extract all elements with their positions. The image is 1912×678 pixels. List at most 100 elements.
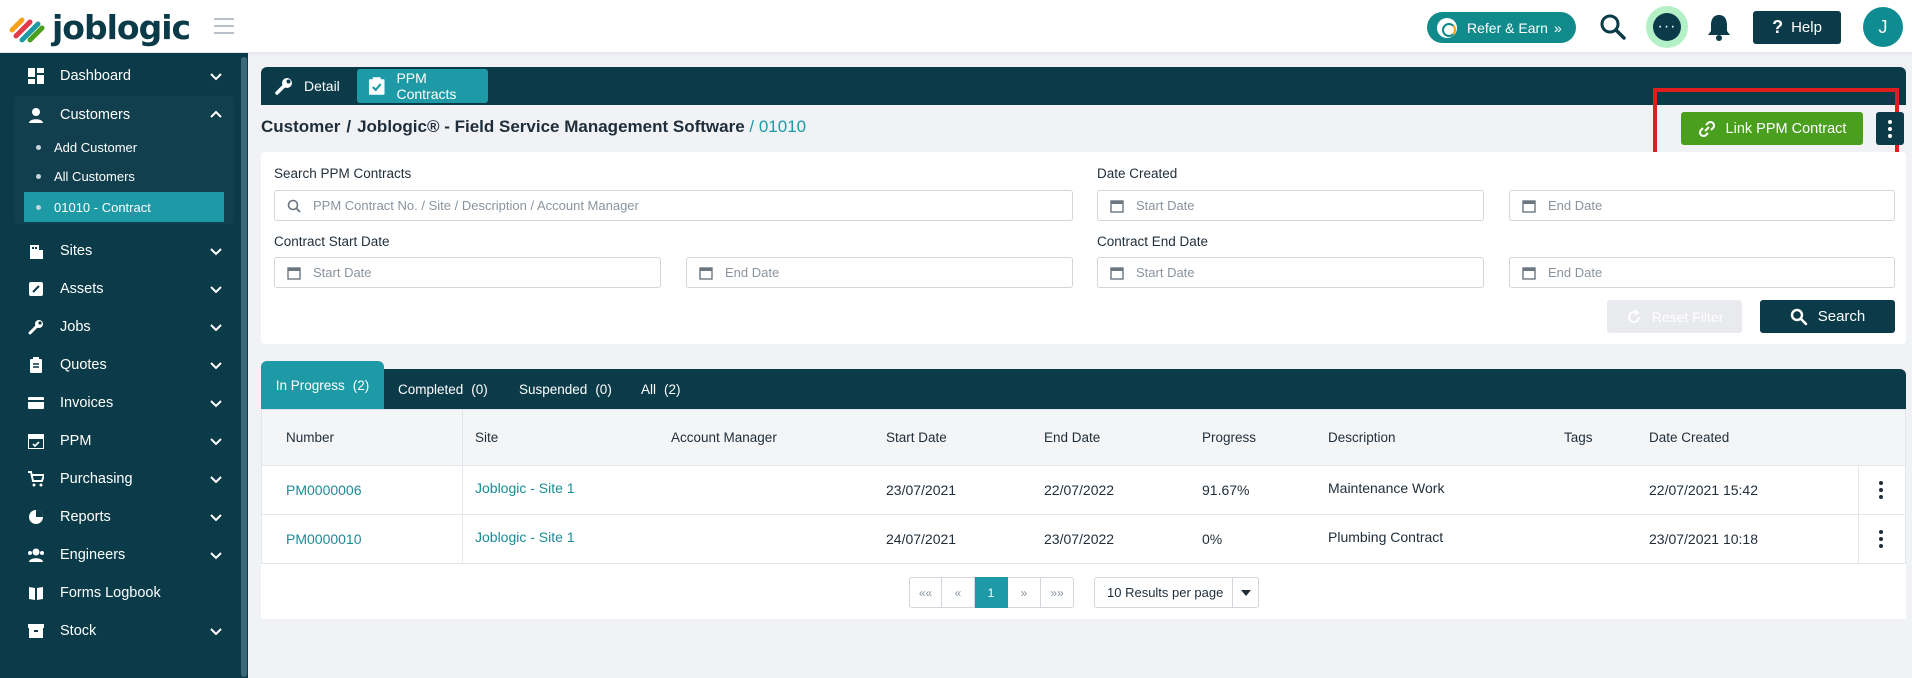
column-header-date-created[interactable]: Date Created (1649, 430, 1729, 445)
tab-all-label: All (641, 381, 657, 397)
contract-end-from-input[interactable]: Start Date (1097, 257, 1484, 288)
sidebar-item-stock[interactable]: Stock (14, 612, 234, 650)
sidebar-item-purchasing[interactable]: Purchasing (14, 460, 234, 498)
breadcrumb-customer-name[interactable]: Joblogic® - Field Service Management Sof… (357, 117, 745, 136)
chat-button[interactable]: ··· (1646, 6, 1688, 48)
tab-all[interactable]: All (2) (641, 369, 681, 409)
sidebar-subitem-all-customers[interactable]: All Customers (24, 161, 224, 191)
tab-in-progress-label: In Progress (275, 377, 345, 393)
link-ppm-contract-button[interactable]: Link PPM Contract (1681, 112, 1863, 145)
site-link[interactable]: Joblogic - Site 1 (475, 480, 575, 496)
end-date-placeholder: End Date (725, 265, 780, 280)
prev-page-button[interactable]: « (942, 577, 975, 608)
top-bar: joblogic Refer & Earn » ··· ? Help J (0, 0, 1912, 53)
sidebar-item-label: Sites (60, 243, 93, 259)
results-per-page-select[interactable]: 10 Results per page (1094, 577, 1259, 608)
sidebar-item-forms-logbook[interactable]: Forms Logbook (14, 574, 234, 612)
sidebar-subitem-add-customer[interactable]: Add Customer (24, 132, 224, 162)
reset-filter-button[interactable]: Reset Filter (1607, 300, 1742, 333)
contract-start-to-input[interactable]: End Date (686, 257, 1073, 288)
tab-suspended[interactable]: Suspended (0) (519, 369, 612, 409)
end-date-placeholder: End Date (1548, 265, 1603, 280)
refer-earn-button[interactable]: Refer & Earn » (1427, 12, 1576, 43)
wrench-icon (275, 78, 292, 95)
refer-icon (1437, 17, 1457, 38)
user-icon (26, 105, 46, 125)
calendar-icon (1110, 199, 1124, 213)
help-button[interactable]: ? Help (1753, 11, 1841, 44)
box-icon (26, 621, 46, 641)
tab-all-count: (2) (664, 381, 681, 397)
sidebar-item-reports[interactable]: Reports (14, 498, 234, 536)
reset-filter-label: Reset Filter (1651, 308, 1724, 325)
tab-completed[interactable]: Completed (0) (398, 369, 488, 409)
first-page-button[interactable]: «« (909, 577, 942, 608)
tab-completed-count: (0) (471, 381, 488, 397)
menu-toggle-icon[interactable] (214, 18, 234, 34)
sidebar-subitem-label: Add Customer (54, 139, 138, 155)
sidebar-item-jobs[interactable]: Jobs (14, 308, 234, 346)
column-header-site[interactable]: Site (475, 430, 498, 445)
book-icon (26, 583, 46, 603)
pie-chart-icon (26, 507, 46, 527)
sidebar-item-assets[interactable]: Assets (14, 270, 234, 308)
sidebar-item-engineers[interactable]: Engineers (14, 536, 234, 574)
tab-ppm-label: PPM Contracts (396, 70, 457, 102)
chevron-down-icon (210, 438, 222, 446)
start-date-placeholder: Start Date (1136, 198, 1195, 213)
contract-start-from-input[interactable]: Start Date (274, 257, 661, 288)
column-header-number[interactable]: Number (286, 430, 334, 445)
contract-end-to-input[interactable]: End Date (1509, 257, 1895, 288)
search-icon (1790, 308, 1808, 325)
site-link[interactable]: Joblogic - Site 1 (475, 529, 575, 545)
sidebar-item-dashboard[interactable]: Dashboard (14, 57, 234, 95)
next-page-button[interactable]: » (1008, 577, 1041, 608)
clipboard-check-icon (368, 77, 385, 95)
progress-cell: 0% (1202, 531, 1223, 547)
chat-icon: ··· (1653, 13, 1681, 41)
column-header-progress[interactable]: Progress (1202, 430, 1256, 445)
tab-in-progress[interactable]: In Progress (2) (261, 361, 384, 409)
joblogic-logo[interactable]: joblogic (8, 8, 191, 47)
sidebar-item-sites[interactable]: Sites (14, 232, 234, 270)
bell-icon[interactable] (1703, 11, 1735, 43)
sidebar-item-quotes[interactable]: Quotes (14, 346, 234, 384)
column-header-tags[interactable]: Tags (1564, 430, 1593, 445)
contract-number-link[interactable]: PM0000006 (286, 482, 362, 498)
search-ppm-input[interactable]: PPM Contract No. / Site / Description / … (274, 190, 1073, 221)
sidebar-item-customers[interactable]: Customers (14, 96, 234, 134)
more-actions-button[interactable] (1876, 112, 1904, 145)
contract-start-label: Contract Start Date (274, 234, 390, 249)
last-page-button[interactable]: »» (1041, 577, 1074, 608)
tab-in-progress-count: (2) (352, 377, 370, 393)
tab-detail[interactable]: Detail (268, 69, 353, 103)
description-cell: Plumbing Contract (1328, 529, 1444, 545)
column-header-start-date[interactable]: Start Date (886, 430, 947, 445)
row-actions-button[interactable] (1871, 529, 1891, 549)
contract-number-link[interactable]: PM0000010 (286, 531, 362, 547)
column-header-description[interactable]: Description (1328, 430, 1396, 445)
column-header-account-manager[interactable]: Account Manager (671, 430, 777, 445)
card-icon (26, 393, 46, 413)
breadcrumb-customer[interactable]: Customer (261, 117, 340, 136)
kebab-icon (1879, 481, 1883, 499)
sidebar-scrollbar[interactable] (240, 53, 248, 678)
column-header-end-date[interactable]: End Date (1044, 430, 1100, 445)
sidebar-item-ppm[interactable]: PPM (14, 422, 234, 460)
sidebar-subitem-contract[interactable]: 01010 - Contract (24, 192, 224, 222)
search-ppm-label: Search PPM Contracts (274, 166, 412, 181)
date-created-end-input[interactable]: End Date (1509, 190, 1895, 221)
search-icon[interactable] (1598, 12, 1628, 42)
search-icon (287, 199, 301, 213)
avatar[interactable]: J (1863, 7, 1903, 47)
chevron-down-icon (210, 362, 222, 370)
sidebar-item-invoices[interactable]: Invoices (14, 384, 234, 422)
page-1-button[interactable]: 1 (975, 577, 1008, 608)
link-ppm-label: Link PPM Contract (1725, 120, 1847, 137)
chevron-down-icon (210, 248, 222, 256)
date-created-start-input[interactable]: Start Date (1097, 190, 1484, 221)
tab-ppm-contracts[interactable]: PPM Contracts (357, 69, 488, 103)
search-button[interactable]: Search (1760, 300, 1895, 333)
row-actions-button[interactable] (1871, 480, 1891, 500)
calendar-icon (1522, 266, 1536, 280)
